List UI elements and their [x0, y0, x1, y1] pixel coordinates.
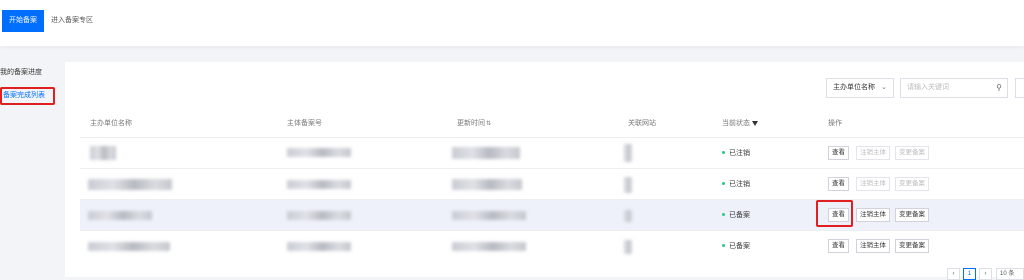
header-org-name: 主办单位名称: [90, 120, 132, 127]
header-filing-number: 主体备案号: [287, 120, 322, 127]
redacted-linked-site: [624, 210, 632, 222]
redacted-filing-number: [287, 242, 351, 251]
next-page-button[interactable]: ›: [979, 268, 992, 280]
redacted-org-name: [90, 146, 116, 160]
table-row: 已备案 查看 注销主体 变更备案: [80, 230, 1024, 261]
change-filing-button: 变更备案: [895, 177, 929, 191]
view-button[interactable]: 查看: [828, 146, 849, 160]
filter-icon[interactable]: [752, 120, 758, 126]
deregister-entity-button[interactable]: 注销主体: [856, 239, 890, 253]
sidebar-item-progress[interactable]: 我的备案进度: [0, 64, 55, 82]
redacted-update-time: [452, 211, 526, 220]
search-input[interactable]: 请输入关键词 ⚲: [900, 78, 1008, 98]
redacted-filing-number: [287, 211, 351, 220]
header-linked-sites: 关联网站: [628, 120, 656, 127]
status-text: 已备案: [729, 212, 750, 219]
deregister-entity-button: 注销主体: [856, 177, 890, 191]
status-badge: 已备案: [722, 231, 750, 262]
table-row: 已注销 查看 注销主体 变更备案: [80, 168, 1024, 199]
status-text: 已注销: [729, 150, 750, 157]
redacted-update-time: [452, 242, 526, 251]
view-button-highlight: [816, 200, 853, 227]
deregister-entity-button: 注销主体: [856, 146, 890, 160]
enter-filing-zone-link[interactable]: 进入备案专区: [51, 10, 93, 32]
change-filing-button[interactable]: 变更备案: [895, 239, 929, 253]
status-badge: 已备案: [722, 200, 750, 231]
select-value: 主办单位名称: [833, 84, 875, 91]
redacted-linked-site: [624, 144, 632, 162]
redacted-filing-number: [287, 180, 351, 189]
status-badge: 已注销: [722, 169, 750, 200]
top-bar: 开始备案 进入备案专区: [0, 0, 1024, 46]
redacted-org-name: [88, 211, 152, 220]
view-button[interactable]: 查看: [828, 239, 849, 253]
redacted-filing-number: [287, 148, 351, 157]
change-filing-button: 变更备案: [895, 146, 929, 160]
toolbar-extra-button[interactable]: [1015, 78, 1024, 98]
header-status-label: 当前状态: [722, 120, 750, 127]
deregister-entity-button[interactable]: 注销主体: [856, 208, 890, 222]
search-placeholder: 请输入关键词: [907, 84, 949, 91]
status-text: 已注销: [729, 181, 750, 188]
table-row: 已备案 查看 注销主体 变更备案: [80, 199, 1024, 230]
status-dot: [722, 150, 725, 154]
redacted-update-time: [452, 179, 522, 190]
search-icon[interactable]: ⚲: [996, 79, 1002, 97]
redacted-org-name: [88, 179, 172, 190]
page-size-select[interactable]: 10 条: [996, 268, 1024, 280]
header-update-time[interactable]: 更新时间⇅: [457, 112, 491, 136]
status-dot: [722, 243, 725, 247]
sidebar-item-completed-list[interactable]: 备案完成列表: [0, 87, 55, 105]
redacted-linked-site: [624, 240, 632, 254]
prev-page-button[interactable]: ‹: [947, 268, 960, 280]
header-update-time-label: 更新时间: [457, 120, 485, 127]
redacted-update-time: [452, 147, 520, 159]
start-filing-button[interactable]: 开始备案: [2, 10, 44, 32]
status-badge: 已注销: [722, 138, 750, 169]
page-number-current[interactable]: 1: [963, 268, 976, 280]
change-filing-button[interactable]: 变更备案: [895, 208, 929, 222]
table-row: 已注销 查看 注销主体 变更备案: [80, 137, 1024, 168]
chevron-down-icon: ⌄: [881, 84, 887, 91]
status-dot: [722, 181, 725, 185]
redacted-linked-site: [624, 177, 632, 193]
view-button[interactable]: 查看: [828, 177, 849, 191]
status-dot: [722, 212, 725, 216]
sidebar: 我的备案进度 备案完成列表: [0, 60, 55, 277]
table-header: 主办单位名称 主体备案号 更新时间⇅ 关联网站 当前状态 操作: [80, 112, 1024, 136]
sort-icon[interactable]: ⇅: [486, 121, 491, 127]
header-status[interactable]: 当前状态: [722, 112, 758, 136]
header-actions: 操作: [828, 120, 842, 127]
search-field-select[interactable]: 主办单位名称 ⌄: [826, 78, 894, 98]
status-text: 已备案: [729, 243, 750, 250]
redacted-org-name: [88, 242, 170, 251]
